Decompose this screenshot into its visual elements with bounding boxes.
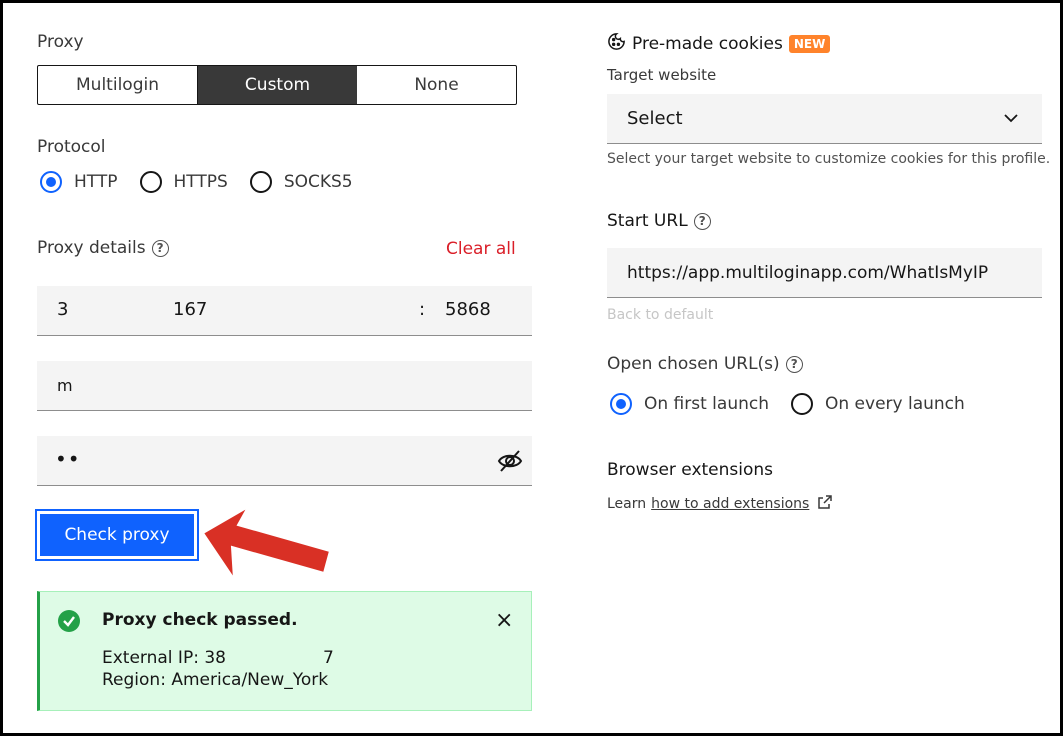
radio-http-circle[interactable]	[40, 171, 62, 193]
radio-every-launch[interactable]: On every launch	[791, 393, 965, 415]
radio-first-launch[interactable]: On first launch	[610, 393, 769, 415]
notice-title: Proxy check passed.	[102, 610, 298, 630]
cookie-icon	[607, 32, 626, 56]
notice-external-ip: External IP: 38	[102, 648, 226, 668]
extensions-learn-row: Learn how to add extensions	[607, 494, 833, 514]
port-value[interactable]: 5868	[445, 299, 491, 320]
radio-http-label: HTTP	[74, 172, 118, 192]
tab-none[interactable]: None	[357, 66, 516, 104]
notice-region: Region: America/New_York	[102, 670, 329, 690]
target-website-label: Target website	[607, 66, 717, 84]
tab-custom[interactable]: Custom	[197, 66, 357, 104]
target-website-helper: Select your target website to customize …	[607, 151, 1051, 167]
proxy-type-switcher: Multilogin Custom None	[37, 65, 517, 105]
start-url-header: Start URL ?	[607, 211, 711, 231]
proxy-check-notification: Proxy check passed. External IP: 38 7 Re…	[37, 591, 532, 711]
cookies-header: Pre-made cookies NEW	[607, 32, 831, 56]
password-value: ••	[55, 447, 81, 471]
start-url-label: Start URL	[607, 211, 688, 231]
radio-socks5-circle[interactable]	[249, 171, 272, 193]
open-urls-header: Open chosen URL(s) ?	[607, 354, 803, 374]
eye-off-icon[interactable]	[497, 448, 523, 479]
external-link-icon[interactable]	[817, 494, 833, 514]
help-icon[interactable]: ?	[693, 212, 711, 230]
how-to-add-extensions-link[interactable]: how to add extensions	[651, 496, 809, 512]
select-value: Select	[627, 108, 683, 129]
protocol-radio-group: HTTP HTTPS SOCKS5	[40, 171, 353, 193]
start-url-input[interactable]: https://app.multiloginapp.com/WhatIsMyIP	[607, 248, 1042, 298]
radio-first-launch-circle[interactable]	[610, 393, 632, 415]
open-urls-radio-group: On first launch On every launch	[610, 393, 965, 415]
notice-external-ip-suffix: 7	[323, 648, 334, 668]
red-arrow-annotation-icon	[201, 504, 332, 583]
browser-extensions-title: Browser extensions	[607, 460, 774, 480]
radio-every-launch-label: On every launch	[825, 394, 965, 414]
help-icon[interactable]: ?	[785, 355, 803, 373]
close-notice-icon[interactable]: ×	[495, 608, 513, 633]
username-value: m	[57, 376, 73, 395]
back-to-default-link[interactable]: Back to default	[607, 307, 713, 323]
host-value-prefix: 3	[57, 299, 69, 320]
checkmark-circle-icon	[58, 610, 80, 632]
help-icon[interactable]: ?	[151, 239, 169, 257]
password-field[interactable]: ••	[37, 436, 532, 486]
host-port-field[interactable]: 3 167 : 5868	[37, 286, 532, 336]
target-website-select[interactable]: Select	[607, 94, 1042, 144]
cookies-title: Pre-made cookies	[632, 34, 783, 54]
host-port-separator: :	[419, 299, 426, 320]
username-field[interactable]: m	[37, 361, 532, 411]
radio-socks5[interactable]: SOCKS5	[249, 171, 353, 193]
radio-https[interactable]: HTTPS	[139, 171, 228, 193]
proxy-details-header: Proxy details ?	[37, 238, 169, 258]
radio-socks5-label: SOCKS5	[283, 172, 353, 192]
tab-multilogin[interactable]: Multilogin	[38, 66, 197, 104]
check-proxy-button[interactable]: Check proxy	[35, 509, 199, 561]
radio-every-launch-circle[interactable]	[791, 393, 813, 415]
radio-https-circle[interactable]	[139, 171, 162, 193]
open-urls-label: Open chosen URL(s)	[607, 354, 780, 374]
extensions-learn-text: Learn	[607, 496, 647, 512]
proxy-label: Proxy	[37, 32, 84, 52]
proxy-details-label: Proxy details	[37, 238, 146, 258]
radio-https-label: HTTPS	[173, 172, 228, 192]
host-value-suffix: 167	[173, 299, 208, 320]
radio-http[interactable]: HTTP	[40, 171, 118, 193]
protocol-label: Protocol	[37, 137, 106, 157]
new-badge: NEW	[788, 35, 831, 53]
settings-panel: Proxy Multilogin Custom None Protocol HT…	[0, 0, 1063, 736]
radio-first-launch-label: On first launch	[644, 394, 769, 414]
clear-all-link[interactable]: Clear all	[446, 239, 516, 259]
chevron-down-icon	[1003, 110, 1019, 131]
